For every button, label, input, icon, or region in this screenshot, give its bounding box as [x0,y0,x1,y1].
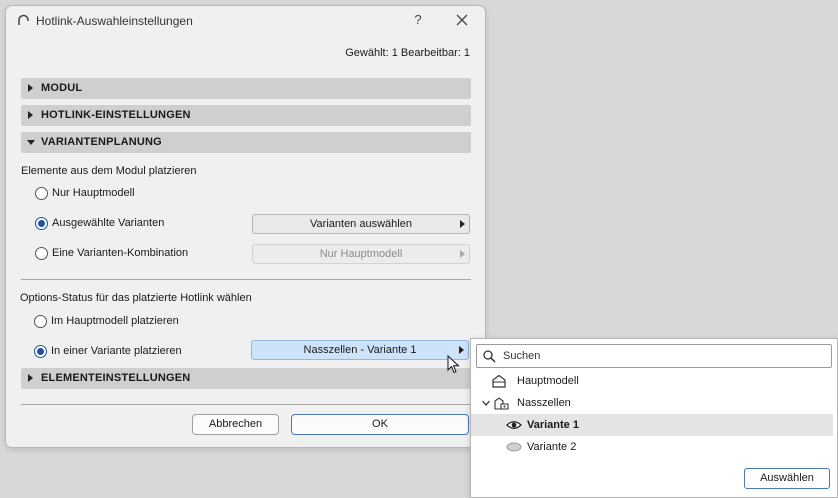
combination-button: Nur Hauptmodell [252,244,470,264]
search-input[interactable] [503,348,823,364]
title-bar[interactable]: Hotlink-Auswahleinstellungen ? [6,6,485,36]
dialog-title: Hotlink-Auswahleinstellungen [36,14,193,28]
section-modul[interactable]: MODUL [21,78,471,99]
folder-tree-icon [494,397,509,410]
variant-dropdown: Hauptmodell Nasszellen Variante 1 Varian… [470,338,838,498]
tree-item-nasszellen[interactable]: Nasszellen [471,392,833,414]
tree-item-variante-1[interactable]: Variante 1 [471,414,833,436]
selection-status: Gewählt: 1 Bearbeitbar: 1 [345,47,470,59]
button-label: Nasszellen - Variante 1 [303,344,417,356]
divider [21,404,471,405]
ellipse-icon [506,442,522,452]
mouse-cursor-icon [447,355,460,374]
section-label: ELEMENTEINSTELLUNGEN [41,372,191,384]
expand-arrow-icon [27,140,35,145]
tree-item-label: Nasszellen [517,397,571,409]
search-icon [483,350,496,363]
variant-select-button[interactable]: Nasszellen - Variante 1 [251,340,469,360]
radio-label: Eine Varianten-Kombination [52,247,189,259]
button-label: Varianten auswählen [310,218,412,230]
radio-button[interactable] [35,247,48,260]
chevron-down-icon[interactable] [481,398,491,408]
help-button[interactable]: ? [410,12,426,28]
tree-item-main-model[interactable]: Hauptmodell [471,370,833,392]
options-status-label: Options-Status für das platzierte Hotlin… [20,292,252,304]
collapse-arrow-icon [28,374,33,382]
close-icon[interactable] [454,12,470,28]
section-label: MODUL [41,82,83,94]
section-variant-planning[interactable]: VARIANTENPLANUNG [21,132,471,153]
hotlink-icon [18,14,29,25]
popup-arrow-icon [460,220,465,228]
radio-label: In einer Variante platzieren [51,345,182,357]
popup-arrow-icon [460,250,465,258]
eye-icon [506,421,522,429]
tree-item-label: Variante 1 [527,419,579,431]
hotlink-selection-dialog: Hotlink-Auswahleinstellungen ? Gewählt: … [5,5,486,448]
section-element-settings[interactable]: ELEMENTEINSTELLUNGEN [21,368,471,389]
tree-item-variante-2[interactable]: Variante 2 [471,436,833,458]
radio-label: Im Hauptmodell platzieren [51,315,179,327]
section-hotlink-settings[interactable]: HOTLINK-EINSTELLUNGEN [21,105,471,126]
radio-button[interactable] [35,217,48,230]
radio-button[interactable] [34,345,47,358]
select-button[interactable]: Auswählen [744,468,830,489]
radio-label: Nur Hauptmodell [52,187,135,199]
collapse-arrow-icon [28,84,33,92]
popup-arrow-icon [459,346,464,354]
collapse-arrow-icon [28,111,33,119]
options-status-panel: Options-Status für das platzierte Hotlin… [7,281,477,368]
radio-button[interactable] [35,187,48,200]
radio-button[interactable] [34,315,47,328]
button-label: Nur Hauptmodell [319,248,403,260]
tree-item-label: Hauptmodell [517,375,579,387]
cancel-button[interactable]: Abbrechen [192,414,279,435]
search-box[interactable] [476,344,832,368]
placement-group-label: Elemente aus dem Modul platzieren [21,165,197,177]
radio-label: Ausgewählte Varianten [52,217,165,229]
section-label: VARIANTENPLANUNG [41,136,162,148]
ok-button[interactable]: OK [291,414,469,435]
divider [21,279,471,280]
section-label: HOTLINK-EINSTELLUNGEN [41,109,191,121]
tree-item-label: Variante 2 [527,441,577,453]
select-variants-button[interactable]: Varianten auswählen [252,214,470,234]
house-icon [492,374,506,388]
